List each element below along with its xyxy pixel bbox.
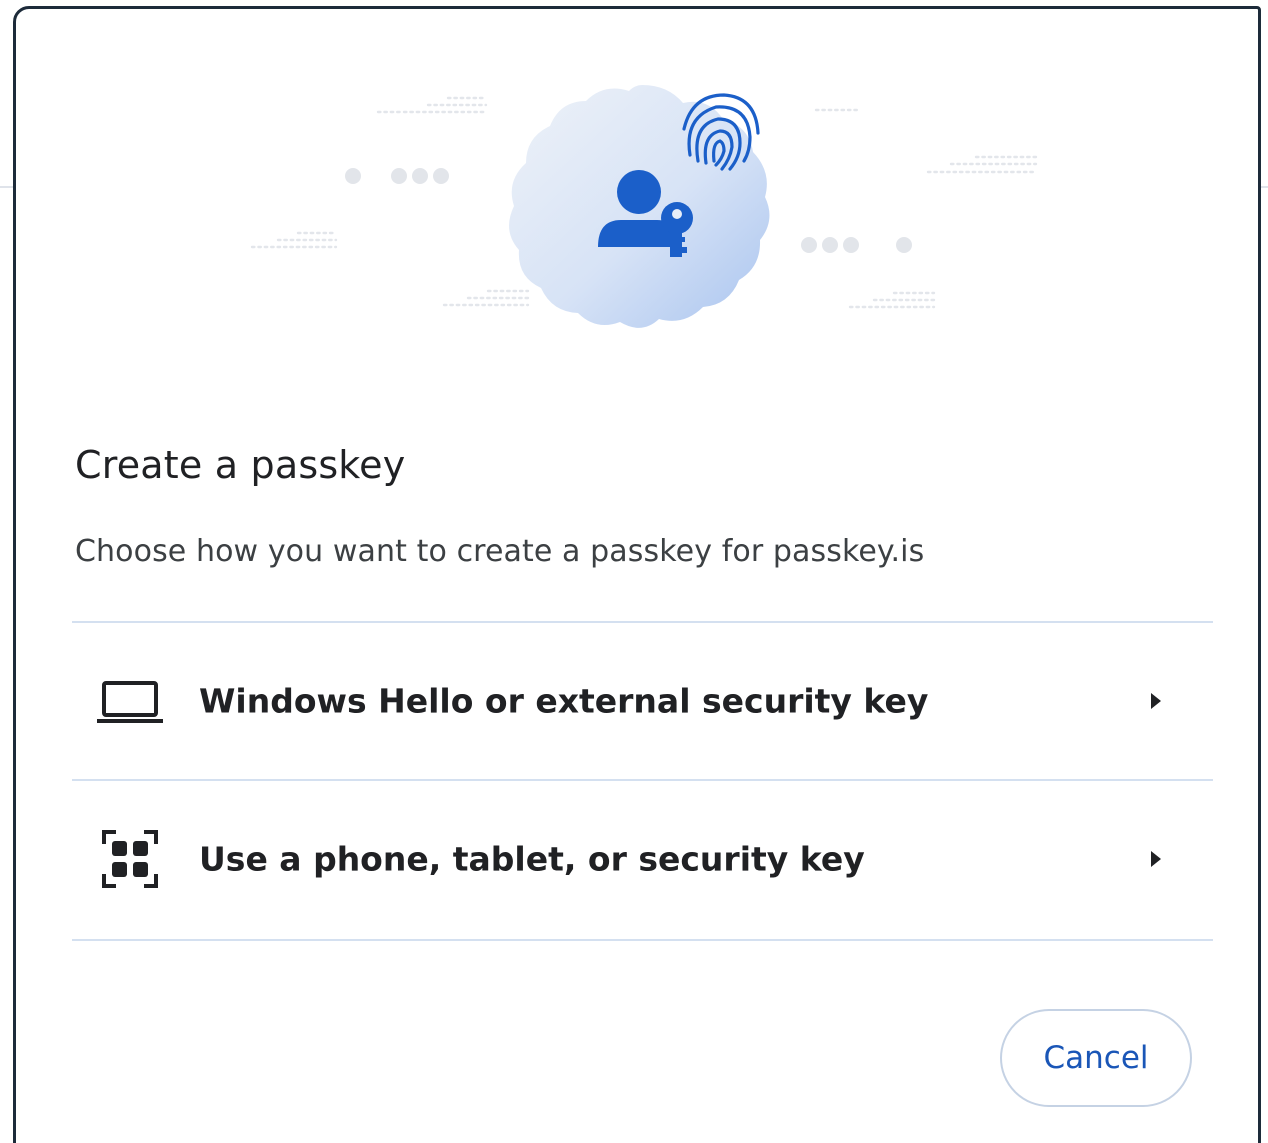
qr-code-icon — [102, 830, 158, 888]
background-divider — [0, 186, 14, 188]
passkey-dialog: Create a passkey Choose how you want to … — [13, 6, 1261, 1143]
option-windows-hello[interactable]: Windows Hello or external security key — [72, 623, 1213, 779]
option-label: Use a phone, tablet, or security key — [199, 839, 865, 879]
option-phone-tablet[interactable]: Use a phone, tablet, or security key — [72, 781, 1213, 937]
dialog-title: Create a passkey — [75, 443, 406, 487]
laptop-icon — [97, 681, 163, 723]
illustration-canvas — [250, 85, 1038, 328]
option-label: Windows Hello or external security key — [199, 681, 929, 721]
passkey-illustration — [16, 9, 1258, 369]
cancel-button[interactable]: Cancel — [1000, 1009, 1192, 1107]
chevron-right-icon — [1151, 693, 1161, 709]
page: Create a passkey Choose how you want to … — [0, 0, 1268, 1143]
key-hole — [672, 209, 682, 219]
chevron-right-icon — [1151, 851, 1161, 867]
dialog-subtitle: Choose how you want to create a passkey … — [75, 534, 925, 569]
divider — [72, 939, 1213, 941]
